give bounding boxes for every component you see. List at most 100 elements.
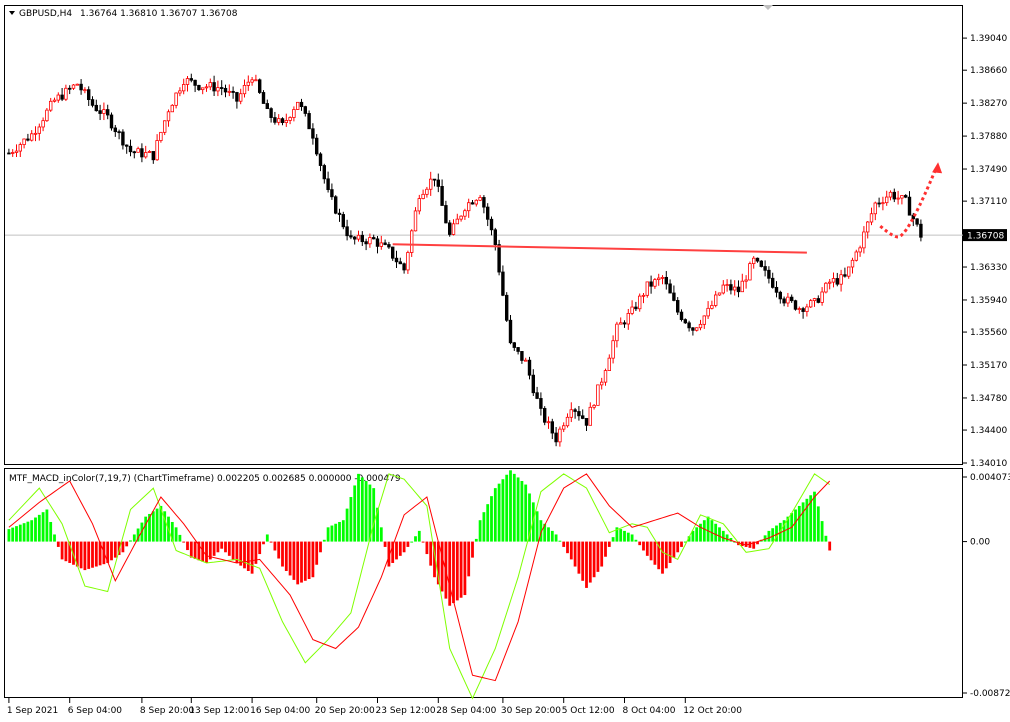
candle-body xyxy=(326,178,330,191)
macd-hist-bar xyxy=(497,483,501,542)
candle-body xyxy=(543,408,547,423)
candle-body xyxy=(729,284,733,291)
macd-hist-bar xyxy=(212,541,216,556)
macd-hist-bar xyxy=(357,473,360,542)
macd-hist-bar xyxy=(60,541,64,560)
macd-hist-bar xyxy=(512,473,516,542)
macd-hist-bar xyxy=(110,541,113,561)
macd-hist-bar xyxy=(296,541,300,585)
candle-body xyxy=(235,92,239,102)
candle-body xyxy=(790,296,794,302)
macd-hist-bar xyxy=(417,530,421,542)
macd-hist-bar xyxy=(322,539,326,542)
macd-hist-bar xyxy=(668,541,672,563)
candle-body xyxy=(106,109,110,116)
candle-body xyxy=(379,242,383,247)
macd-hist-bar xyxy=(482,512,486,542)
candle-body xyxy=(341,214,345,228)
candle-body xyxy=(162,120,167,133)
candle-body xyxy=(440,186,444,206)
candle-body xyxy=(470,202,475,205)
candle-body xyxy=(68,87,72,90)
candle-body xyxy=(409,230,414,253)
candle-body xyxy=(858,247,862,253)
candle-body xyxy=(774,286,779,293)
candle-body xyxy=(691,327,695,331)
candle-body xyxy=(223,87,228,93)
candle-body xyxy=(687,322,691,329)
candle-body xyxy=(390,246,395,259)
candle-body xyxy=(888,191,893,198)
price-tick-label: 1.37110 xyxy=(970,197,1007,207)
candle-body xyxy=(550,421,554,434)
macd-hist-bar xyxy=(353,485,357,542)
candle-body xyxy=(311,128,315,139)
candle-body xyxy=(37,126,41,134)
candle-body xyxy=(394,257,399,263)
chart-canvas[interactable]: GBPUSD,H4 1.36764 1.36810 1.36707 1.3670… xyxy=(0,0,1010,722)
macd-hist-bar xyxy=(277,541,281,559)
macd-hist-bar xyxy=(695,527,699,542)
candle-body xyxy=(83,89,87,92)
candle-body xyxy=(7,152,11,155)
candle-body xyxy=(793,300,798,310)
candle-body xyxy=(451,223,456,235)
macd-hist-bar xyxy=(672,541,676,558)
macd-hist-bar xyxy=(509,470,512,542)
candle-body xyxy=(185,78,190,85)
candle-body xyxy=(535,392,539,399)
candle-body xyxy=(892,191,896,200)
candle-body xyxy=(702,315,706,325)
candle-body xyxy=(87,89,91,100)
macd-hist-bar xyxy=(360,477,364,542)
macd-hist-bar xyxy=(471,541,474,558)
price-tick-label: 1.37490 xyxy=(970,165,1007,175)
indicator-tick-label: 0.00 xyxy=(970,538,990,548)
candle-body xyxy=(581,415,585,419)
candle-body xyxy=(527,359,532,376)
current-price-label: 1.36708 xyxy=(967,232,1004,242)
candle-body xyxy=(877,202,881,205)
macd-hist-bar xyxy=(265,534,269,542)
candle-body xyxy=(330,189,334,198)
candle-body xyxy=(850,259,855,268)
candle-body xyxy=(759,260,763,267)
macd-hist-bar xyxy=(144,516,148,542)
candle-body xyxy=(847,266,851,277)
candle-body xyxy=(896,197,900,200)
candle-body xyxy=(254,79,258,82)
candle-body xyxy=(337,212,342,215)
price-tick-label: 1.34010 xyxy=(970,459,1007,469)
candle-body xyxy=(375,238,380,247)
candle-body xyxy=(447,222,452,235)
macd-hist-bar xyxy=(383,541,387,547)
candle-body xyxy=(383,242,387,245)
macd-hist-bar xyxy=(11,527,15,542)
macd-hist-bar xyxy=(634,539,638,542)
ohlc-header: 1.36764 1.36810 1.36707 1.36708 xyxy=(80,9,238,19)
candle-body xyxy=(269,108,273,118)
candle-body xyxy=(786,296,790,304)
macd-hist-bar xyxy=(379,527,383,542)
candle-body xyxy=(489,218,494,231)
macd-hist-bar xyxy=(524,484,528,542)
candle-body xyxy=(531,374,535,394)
candle-body xyxy=(478,197,482,201)
macd-hist-bar xyxy=(429,541,433,566)
candle-body xyxy=(128,145,133,153)
candle-body xyxy=(721,284,725,294)
candle-body xyxy=(717,292,722,296)
candle-body xyxy=(778,291,782,300)
candle-body xyxy=(615,323,619,342)
macd-hist-bar xyxy=(771,528,775,542)
candle-body xyxy=(885,196,889,204)
macd-hist-bar xyxy=(414,536,417,542)
macd-hist-bar xyxy=(421,541,425,543)
candle-body xyxy=(29,133,34,141)
candle-body xyxy=(740,280,744,293)
macd-hist-bar xyxy=(410,541,414,543)
candle-body xyxy=(10,152,15,154)
candle-body xyxy=(736,286,741,293)
candle-body xyxy=(622,322,627,325)
candle-body xyxy=(413,210,418,232)
